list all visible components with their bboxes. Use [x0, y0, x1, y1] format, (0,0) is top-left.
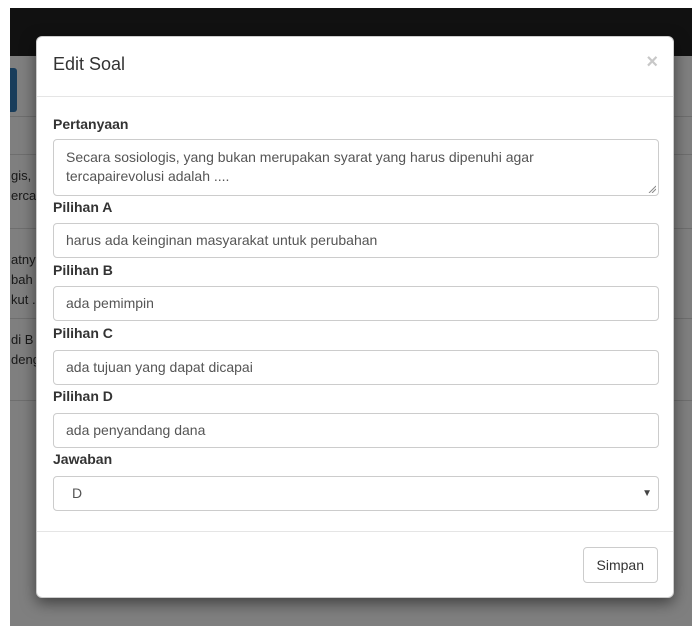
option-c-label: Pilihan C: [53, 325, 113, 341]
option-a-label: Pilihan A: [53, 199, 113, 215]
option-b-input[interactable]: ada pemimpin: [53, 286, 659, 321]
edit-question-modal: Edit Soal × Pertanyaan Secara sosiologis…: [36, 36, 674, 598]
question-text-line: Secara sosiologis, yang bukan merupakan …: [66, 149, 534, 165]
option-a-input[interactable]: harus ada keinginan masyarakat untuk per…: [53, 223, 659, 258]
option-b-label: Pilihan B: [53, 262, 113, 278]
answer-selected-value: D: [72, 485, 83, 501]
close-icon[interactable]: ×: [646, 51, 658, 74]
option-c-input[interactable]: ada tujuan yang dapat dicapai: [53, 350, 659, 385]
option-d-input[interactable]: ada penyandang dana: [53, 413, 659, 448]
question-label: Pertanyaan: [53, 116, 129, 132]
question-textarea[interactable]: Secara sosiologis, yang bukan merupakan …: [53, 139, 659, 196]
modal-title: Edit Soal: [53, 54, 126, 74]
answer-select[interactable]: D ▼: [53, 476, 659, 511]
answer-label: Jawaban: [53, 451, 113, 467]
modal-header: Edit Soal ×: [37, 37, 673, 97]
chevron-down-icon: ▼: [642, 488, 652, 499]
question-text-line: tercapairevolusi adalah ....: [66, 168, 230, 184]
option-d-label: Pilihan D: [53, 388, 113, 404]
resize-handle-icon[interactable]: [648, 185, 656, 193]
modal-footer: Simpan: [37, 531, 673, 599]
save-button[interactable]: Simpan: [582, 547, 658, 583]
